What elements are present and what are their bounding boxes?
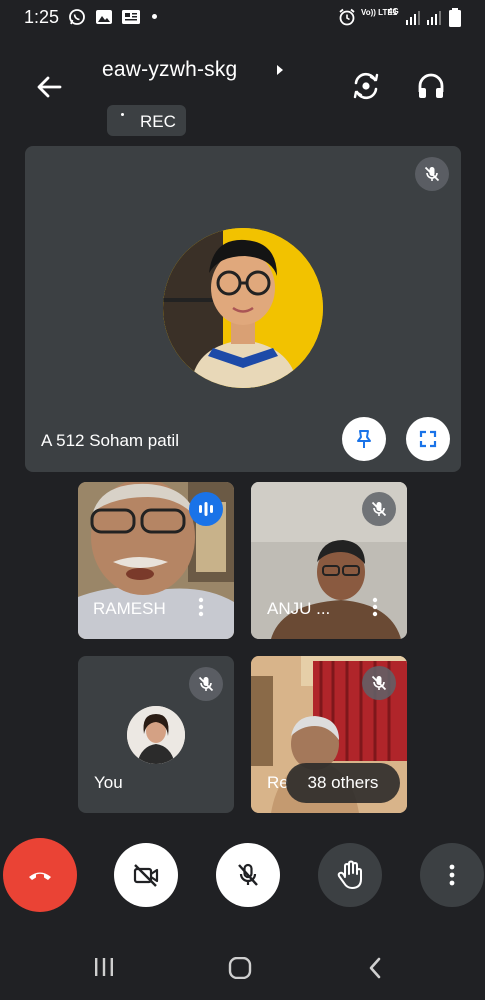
mic-off-icon	[238, 863, 258, 886]
battery-icon	[449, 8, 461, 27]
mic-off-icon	[362, 666, 396, 700]
status-time: 1:25	[24, 7, 60, 27]
notification-dot	[152, 14, 157, 19]
more-vert-icon[interactable]	[371, 597, 379, 617]
camera-off-button[interactable]	[114, 843, 178, 907]
switch-camera-icon[interactable]	[350, 70, 382, 102]
self-tile[interactable]: You	[78, 656, 234, 813]
recording-badge: REC	[107, 105, 186, 136]
main-participant-tile[interactable]: A 512 Soham patil	[25, 146, 461, 472]
status-bar: 1:25 Vo)) LTE1 4G	[0, 0, 485, 34]
more-vert-icon[interactable]	[197, 597, 205, 617]
caret-right-icon[interactable]	[275, 64, 285, 76]
participant-name: A 512 Soham patil	[41, 431, 179, 450]
end-call-icon	[29, 872, 51, 880]
participant-name: RAMESH	[93, 599, 166, 618]
headphones-icon[interactable]	[415, 70, 447, 102]
recording-label: REC	[140, 112, 176, 131]
raise-hand-icon	[337, 860, 362, 889]
speaking-indicator-icon	[189, 492, 223, 526]
end-call-button[interactable]	[3, 838, 77, 912]
others-count-button[interactable]: 38 others	[286, 763, 400, 803]
home-icon[interactable]	[228, 957, 252, 979]
recording-dot-icon	[121, 113, 124, 116]
system-nav-bar	[0, 935, 485, 1000]
mic-off-icon	[415, 157, 449, 191]
mic-off-button[interactable]	[216, 843, 280, 907]
gallery-icon	[96, 10, 112, 24]
fullscreen-icon	[419, 430, 437, 448]
participant-tile[interactable]: ANJU ...	[251, 482, 407, 639]
fullscreen-button[interactable]	[406, 417, 450, 461]
pin-icon	[357, 430, 371, 448]
participant-name: ANJU ...	[267, 599, 331, 618]
participant-name: You	[94, 773, 123, 792]
network-label: 4G	[388, 7, 399, 16]
meeting-code[interactable]: eaw-yzwh-skg	[102, 58, 237, 82]
back-nav-icon[interactable]	[367, 957, 383, 979]
pin-button[interactable]	[342, 417, 386, 461]
raise-hand-button[interactable]	[318, 843, 382, 907]
more-options-button[interactable]	[420, 843, 484, 907]
recent-apps-icon[interactable]	[93, 957, 115, 977]
more-vert-icon	[449, 864, 455, 886]
camera-off-icon	[133, 864, 159, 887]
mic-off-icon	[362, 492, 396, 526]
participant-avatar	[163, 228, 323, 388]
whatsapp-icon	[69, 9, 85, 25]
signal-icon	[406, 11, 420, 25]
notification-icon	[122, 10, 140, 24]
alarm-icon	[339, 8, 355, 26]
mic-off-icon	[189, 667, 223, 701]
self-avatar	[127, 706, 185, 764]
back-arrow-icon[interactable]	[34, 72, 64, 102]
signal-icon-2	[427, 11, 441, 25]
participant-tile[interactable]: RAMESH	[78, 482, 234, 639]
